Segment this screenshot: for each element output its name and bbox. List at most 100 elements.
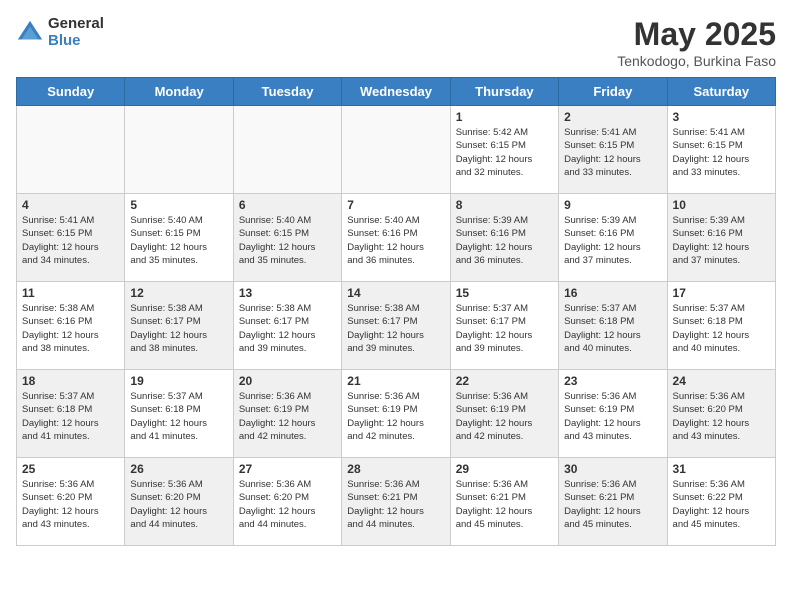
calendar-day-cell: 29 Sunrise: 5:36 AM Sunset: 6:21 PM Dayli… bbox=[450, 458, 558, 546]
calendar-day-cell: 1 Sunrise: 5:42 AM Sunset: 6:15 PM Daylig… bbox=[450, 106, 558, 194]
day-info: Sunrise: 5:37 AM Sunset: 6:18 PM Dayligh… bbox=[564, 302, 661, 355]
calendar-day-cell: 19 Sunrise: 5:37 AM Sunset: 6:18 PM Dayli… bbox=[125, 370, 233, 458]
day-info: Sunrise: 5:37 AM Sunset: 6:18 PM Dayligh… bbox=[130, 390, 227, 443]
page-header: General Blue May 2025 Tenkodogo, Burkina… bbox=[16, 16, 776, 69]
day-number: 14 bbox=[347, 286, 444, 300]
day-number: 10 bbox=[673, 198, 770, 212]
day-number: 1 bbox=[456, 110, 553, 124]
day-number: 6 bbox=[239, 198, 336, 212]
calendar-day-cell: 17 Sunrise: 5:37 AM Sunset: 6:18 PM Dayli… bbox=[667, 282, 775, 370]
day-info: Sunrise: 5:42 AM Sunset: 6:15 PM Dayligh… bbox=[456, 126, 553, 179]
day-info: Sunrise: 5:39 AM Sunset: 6:16 PM Dayligh… bbox=[456, 214, 553, 267]
calendar-day-cell: 10 Sunrise: 5:39 AM Sunset: 6:16 PM Dayli… bbox=[667, 194, 775, 282]
day-info: Sunrise: 5:37 AM Sunset: 6:18 PM Dayligh… bbox=[673, 302, 770, 355]
calendar-day-cell: 3 Sunrise: 5:41 AM Sunset: 6:15 PM Daylig… bbox=[667, 106, 775, 194]
calendar-day-cell: 22Sunrise: 5:36 AM Sunset: 6:19 PM Dayli… bbox=[450, 370, 558, 458]
weekday-header-wednesday: Wednesday bbox=[342, 78, 450, 106]
day-number: 4 bbox=[22, 198, 119, 212]
day-info: Sunrise: 5:36 AM Sunset: 6:19 PM Dayligh… bbox=[564, 390, 661, 443]
calendar-day-cell: 28 Sunrise: 5:36 AM Sunset: 6:21 PM Dayli… bbox=[342, 458, 450, 546]
day-number: 12 bbox=[130, 286, 227, 300]
calendar-day-cell: 4 Sunrise: 5:41 AM Sunset: 6:15 PM Daylig… bbox=[17, 194, 125, 282]
weekday-header-monday: Monday bbox=[125, 78, 233, 106]
day-number: 28 bbox=[347, 462, 444, 476]
logo: General Blue bbox=[16, 16, 104, 49]
day-info: Sunrise: 5:36 AM Sunset: 6:19 PM Dayligh… bbox=[239, 390, 336, 443]
day-number: 8 bbox=[456, 198, 553, 212]
calendar-week-row: 11 Sunrise: 5:38 AM Sunset: 6:16 PM Dayli… bbox=[17, 282, 776, 370]
day-number: 3 bbox=[673, 110, 770, 124]
month-title: May 2025 bbox=[617, 16, 776, 53]
day-number: 5 bbox=[130, 198, 227, 212]
location-label: Tenkodogo, Burkina Faso bbox=[617, 53, 776, 69]
day-info: Sunrise: 5:38 AM Sunset: 6:17 PM Dayligh… bbox=[130, 302, 227, 355]
day-number: 25 bbox=[22, 462, 119, 476]
calendar-day-cell: 11 Sunrise: 5:38 AM Sunset: 6:16 PM Dayli… bbox=[17, 282, 125, 370]
calendar-week-row: 25 Sunrise: 5:36 AM Sunset: 6:20 PM Dayli… bbox=[17, 458, 776, 546]
day-info: Sunrise: 5:36 AM Sunset: 6:21 PM Dayligh… bbox=[564, 478, 661, 531]
calendar-day-cell: 30 Sunrise: 5:36 AM Sunset: 6:21 PM Dayli… bbox=[559, 458, 667, 546]
calendar-day-cell: 23Sunrise: 5:36 AM Sunset: 6:19 PM Dayli… bbox=[559, 370, 667, 458]
calendar-day-cell bbox=[233, 106, 341, 194]
calendar-day-cell: 27 Sunrise: 5:36 AM Sunset: 6:20 PM Dayli… bbox=[233, 458, 341, 546]
title-block: May 2025 Tenkodogo, Burkina Faso bbox=[617, 16, 776, 69]
day-number: 11 bbox=[22, 286, 119, 300]
calendar-day-cell: 13Sunrise: 5:38 AM Sunset: 6:17 PM Dayli… bbox=[233, 282, 341, 370]
day-info: Sunrise: 5:36 AM Sunset: 6:21 PM Dayligh… bbox=[456, 478, 553, 531]
day-number: 26 bbox=[130, 462, 227, 476]
weekday-header-tuesday: Tuesday bbox=[233, 78, 341, 106]
weekday-header-thursday: Thursday bbox=[450, 78, 558, 106]
day-info: Sunrise: 5:36 AM Sunset: 6:19 PM Dayligh… bbox=[347, 390, 444, 443]
calendar-day-cell bbox=[17, 106, 125, 194]
day-info: Sunrise: 5:38 AM Sunset: 6:16 PM Dayligh… bbox=[22, 302, 119, 355]
day-info: Sunrise: 5:41 AM Sunset: 6:15 PM Dayligh… bbox=[673, 126, 770, 179]
day-number: 20 bbox=[239, 374, 336, 388]
calendar-week-row: 4 Sunrise: 5:41 AM Sunset: 6:15 PM Daylig… bbox=[17, 194, 776, 282]
day-number: 2 bbox=[564, 110, 661, 124]
day-info: Sunrise: 5:39 AM Sunset: 6:16 PM Dayligh… bbox=[673, 214, 770, 267]
calendar-day-cell: 16 Sunrise: 5:37 AM Sunset: 6:18 PM Dayli… bbox=[559, 282, 667, 370]
day-number: 19 bbox=[130, 374, 227, 388]
day-info: Sunrise: 5:38 AM Sunset: 6:17 PM Dayligh… bbox=[347, 302, 444, 355]
calendar-day-cell: 7Sunrise: 5:40 AM Sunset: 6:16 PM Daylig… bbox=[342, 194, 450, 282]
day-info: Sunrise: 5:39 AM Sunset: 6:16 PM Dayligh… bbox=[564, 214, 661, 267]
calendar-day-cell: 8 Sunrise: 5:39 AM Sunset: 6:16 PM Daylig… bbox=[450, 194, 558, 282]
day-number: 29 bbox=[456, 462, 553, 476]
day-info: Sunrise: 5:41 AM Sunset: 6:15 PM Dayligh… bbox=[22, 214, 119, 267]
day-number: 18 bbox=[22, 374, 119, 388]
weekday-header-friday: Friday bbox=[559, 78, 667, 106]
calendar-day-cell bbox=[125, 106, 233, 194]
calendar-day-cell: 25 Sunrise: 5:36 AM Sunset: 6:20 PM Dayli… bbox=[17, 458, 125, 546]
calendar-day-cell: 12 Sunrise: 5:38 AM Sunset: 6:17 PM Dayli… bbox=[125, 282, 233, 370]
weekday-header-sunday: Sunday bbox=[17, 78, 125, 106]
day-info: Sunrise: 5:36 AM Sunset: 6:22 PM Dayligh… bbox=[673, 478, 770, 531]
day-info: Sunrise: 5:36 AM Sunset: 6:20 PM Dayligh… bbox=[22, 478, 119, 531]
day-number: 31 bbox=[673, 462, 770, 476]
day-info: Sunrise: 5:36 AM Sunset: 6:20 PM Dayligh… bbox=[130, 478, 227, 531]
calendar-day-cell: 15 Sunrise: 5:37 AM Sunset: 6:17 PM Dayli… bbox=[450, 282, 558, 370]
day-info: Sunrise: 5:40 AM Sunset: 6:15 PM Dayligh… bbox=[239, 214, 336, 267]
day-info: Sunrise: 5:36 AM Sunset: 6:19 PM Dayligh… bbox=[456, 390, 553, 443]
day-info: Sunrise: 5:36 AM Sunset: 6:20 PM Dayligh… bbox=[239, 478, 336, 531]
day-number: 30 bbox=[564, 462, 661, 476]
day-info: Sunrise: 5:38 AM Sunset: 6:17 PM Dayligh… bbox=[239, 302, 336, 355]
day-number: 17 bbox=[673, 286, 770, 300]
calendar-day-cell: 5 Sunrise: 5:40 AM Sunset: 6:15 PM Daylig… bbox=[125, 194, 233, 282]
day-number: 21 bbox=[347, 374, 444, 388]
day-number: 15 bbox=[456, 286, 553, 300]
calendar-day-cell: 18Sunrise: 5:37 AM Sunset: 6:18 PM Dayli… bbox=[17, 370, 125, 458]
calendar-day-cell: 14 Sunrise: 5:38 AM Sunset: 6:17 PM Dayli… bbox=[342, 282, 450, 370]
calendar-table: SundayMondayTuesdayWednesdayThursdayFrid… bbox=[16, 77, 776, 546]
calendar-day-cell: 21 Sunrise: 5:36 AM Sunset: 6:19 PM Dayli… bbox=[342, 370, 450, 458]
day-number: 27 bbox=[239, 462, 336, 476]
calendar-day-cell: 2Sunrise: 5:41 AM Sunset: 6:15 PM Daylig… bbox=[559, 106, 667, 194]
day-info: Sunrise: 5:36 AM Sunset: 6:21 PM Dayligh… bbox=[347, 478, 444, 531]
calendar-day-cell bbox=[342, 106, 450, 194]
calendar-week-row: 1 Sunrise: 5:42 AM Sunset: 6:15 PM Daylig… bbox=[17, 106, 776, 194]
weekday-header-row: SundayMondayTuesdayWednesdayThursdayFrid… bbox=[17, 78, 776, 106]
day-info: Sunrise: 5:40 AM Sunset: 6:15 PM Dayligh… bbox=[130, 214, 227, 267]
day-info: Sunrise: 5:37 AM Sunset: 6:17 PM Dayligh… bbox=[456, 302, 553, 355]
day-info: Sunrise: 5:40 AM Sunset: 6:16 PM Dayligh… bbox=[347, 214, 444, 267]
day-number: 16 bbox=[564, 286, 661, 300]
day-number: 24 bbox=[673, 374, 770, 388]
